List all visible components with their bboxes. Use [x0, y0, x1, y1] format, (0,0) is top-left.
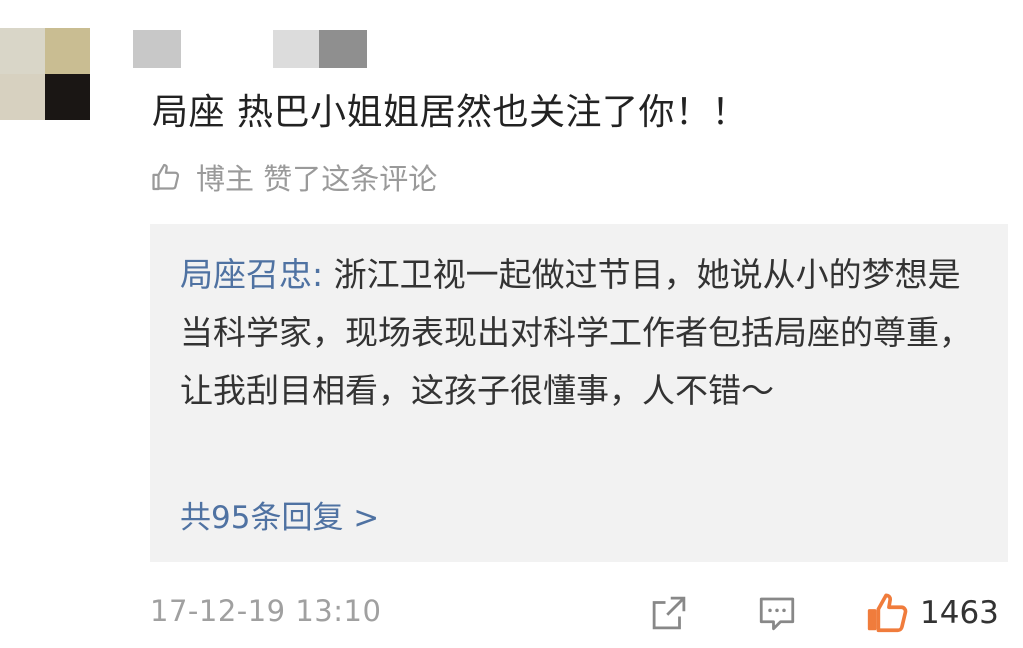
reply-author[interactable]: 局座召忠:: [180, 255, 323, 294]
thumbs-up-outline-icon: [152, 163, 180, 191]
username-pixel: [273, 30, 319, 68]
reply-box[interactable]: 局座召忠: 浙江卫视一起做过节目，她说从小的梦想是当科学家，现场表现出对科学工作…: [150, 224, 1008, 562]
reply-body: 局座召忠: 浙江卫视一起做过节目，她说从小的梦想是当科学家，现场表现出对科学工作…: [180, 246, 980, 420]
author-liked-label: 博主 赞了这条评论: [196, 162, 438, 196]
comment-footer: 17-12-19 13:10 1463: [150, 590, 1023, 638]
timestamp: 17-12-19 13:10: [150, 594, 382, 628]
comment-text: 局座 热巴小姐姐居然也关注了你！！: [152, 92, 748, 133]
avatar[interactable]: [0, 28, 90, 120]
username-pixel: [319, 30, 367, 68]
avatar-pixel: [45, 74, 90, 120]
comment-button[interactable]: [756, 592, 798, 634]
like-count: 1463: [920, 595, 999, 631]
author-liked-note: 博主 赞了这条评论: [150, 156, 437, 198]
comment-icon: [759, 597, 795, 631]
avatar-pixel: [45, 28, 90, 74]
thumbs-up-filled-icon: [867, 593, 908, 633]
username-pixel: [181, 30, 273, 68]
share-button[interactable]: [648, 592, 690, 634]
avatar-pixel: [0, 28, 45, 74]
username-mosaic[interactable]: [133, 30, 367, 70]
like-button[interactable]: 1463: [864, 590, 999, 636]
share-icon: [652, 596, 686, 630]
username-pixel: [133, 30, 181, 68]
avatar-pixel: [0, 74, 45, 120]
view-replies-link[interactable]: 共95条回复 >: [180, 492, 379, 537]
